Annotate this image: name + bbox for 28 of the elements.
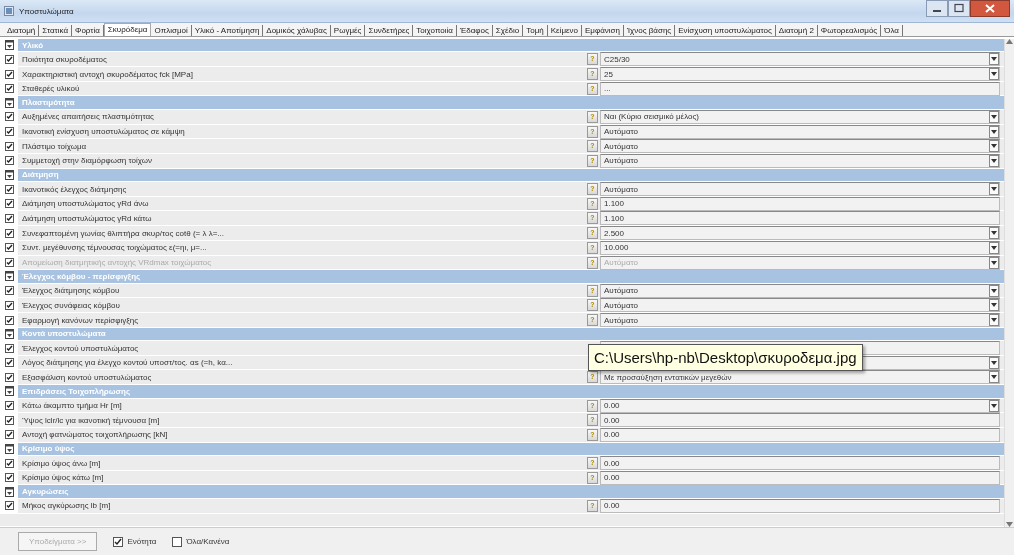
property-label: Πλάστιμο τοίχωμα (21, 141, 88, 151)
property-label: Κάτω άκαμπτο τμήμα Hr [m] (21, 401, 123, 411)
property-label: Αντοχή φατνώματος τοιχοπλήρωσης [kN] (21, 430, 169, 440)
property-label: Κρίσιμο ύψος κάτω [m] (21, 473, 105, 483)
window-title: Υποστυλώματα (19, 6, 74, 16)
property-label: Έλεγχος κοντού υποστυλώματος (21, 343, 140, 353)
property-label: Λόγος διάτμησης για έλεγχο κοντού υποστ/τος. αs (=h, kα... (21, 358, 234, 368)
checkbox-label: Όλα/Κανένα (186, 537, 230, 546)
property-label: Εφαρμογή κανόνων περίσφιγξης (21, 315, 140, 325)
property-label: Έλεγχος συνάφειας κόμβου (21, 300, 121, 310)
property-label: Διάτμηση υποστυλώματος γRd κάτω (21, 213, 153, 223)
property-label: Σταθερές υλικού (21, 84, 81, 94)
property-label: Ικανοτική ενίσχυση υποστυλώματος σε κάμψη (21, 127, 186, 137)
property-label: Συνεφαπτομένη γωνίας θλιπτήρα σκυρ/τος cotθ (= λ λ=... (21, 228, 225, 238)
property-label: Αυξημένες απαιτήσεις πλαστιμότητας (21, 112, 155, 122)
property-label: Έλεγχος διάτμησης κόμβου (21, 286, 121, 296)
property-label: Χαρακτηριστική αντοχή σκυροδέματος fck [MPa] (21, 69, 194, 79)
property-label: Κρίσιμο ύψος άνω [m] (21, 458, 102, 468)
property-label: Ύψος lclr/lc για ικανοτική τέμνουσα [m] (21, 415, 161, 425)
property-label: Ποιότητα σκυροδέματος (21, 54, 108, 64)
checkbox-label: Ενότητα (127, 537, 157, 546)
property-label: Συμμετοχή στην διαμόρφωση τοίχων (21, 156, 154, 166)
property-label: Συντ. μεγέθυνσης τέμνουσας τοιχώματος ε(=ηι, μ=... (21, 243, 208, 253)
property-label: Διάτμηση υποστυλώματος γRd άνω (21, 199, 150, 209)
property-label: Εξασφάλιση κοντού υποστυλώματος (21, 373, 153, 382)
property-label: Ικανοτικός έλεγχος διάτμησης (21, 184, 128, 194)
property-label: Μήκος αγκύρωσης lb [m] (21, 501, 112, 511)
tooltip: C:\Users\hp-nb\Desktop\σκυροδεμα.jpg (588, 344, 863, 371)
